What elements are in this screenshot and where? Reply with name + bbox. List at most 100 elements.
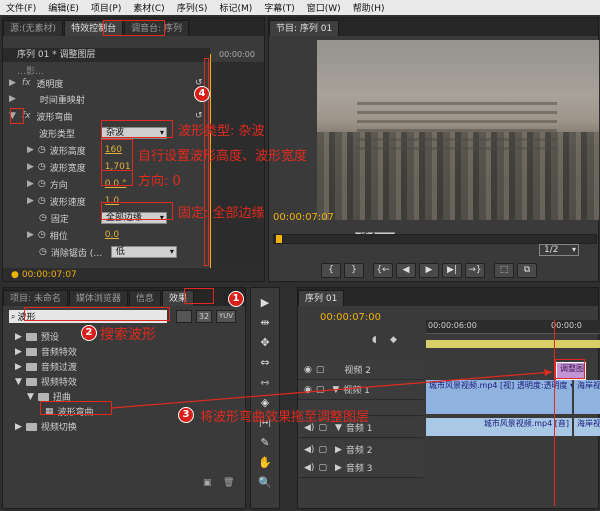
extract-button[interactable]: ⧉: [517, 263, 537, 278]
collapse-triangle-icon[interactable]: ▼: [332, 385, 339, 395]
pen-tool-icon[interactable]: ✎: [256, 434, 274, 452]
stopwatch-icon[interactable]: ◷: [38, 162, 46, 172]
rate-stretch-tool-icon[interactable]: ⇿: [256, 374, 274, 392]
expand-triangle-icon[interactable]: ▶: [335, 463, 342, 473]
track-video-2-label: 视频 2: [344, 366, 371, 376]
play-button[interactable]: ▶: [419, 263, 439, 278]
tree-video-effects[interactable]: ▼ 视频特效: [15, 375, 77, 389]
expand-triangle-icon[interactable]: ▶: [15, 332, 22, 342]
opacity-row[interactable]: 透明度: [36, 77, 63, 90]
mark-out-button[interactable]: }: [344, 263, 364, 278]
accelerated-effects-icon[interactable]: [176, 310, 192, 323]
tab-source[interactable]: 源:(无素材): [3, 20, 64, 36]
tab-project[interactable]: 项目: 未命名: [3, 290, 68, 306]
stopwatch-icon[interactable]: ◷: [39, 247, 47, 257]
step-forward-button[interactable]: ▶|: [442, 263, 462, 278]
audio-clip-city[interactable]: 城市风景视频.mp4 [音]: [426, 418, 572, 436]
expand-triangle-icon[interactable]: ▶: [27, 145, 34, 155]
menu-edit[interactable]: 编辑(E): [48, 1, 79, 14]
time-ruler[interactable]: 00:00:06:00 00:00:0: [426, 320, 600, 334]
timeline-playhead[interactable]: [554, 320, 555, 506]
video-clip-city[interactable]: 城市风景视频.mp4 [视] 透明度:透明度 ▾: [426, 380, 572, 414]
track-video-1[interactable]: ◉ ▢ ▼ 视频 1: [298, 380, 423, 400]
tab-media-browser[interactable]: 媒体浏览器: [68, 290, 128, 306]
trash-icon[interactable]: 🗑: [223, 478, 234, 488]
eye-icon[interactable]: ◉: [304, 365, 312, 375]
expand-triangle-icon[interactable]: ▶: [15, 422, 22, 432]
menu-sequence[interactable]: 序列(S): [177, 1, 208, 14]
menu-project[interactable]: 项目(P): [91, 1, 121, 14]
highlight-effect-controls-tab: [103, 20, 165, 36]
phase-value[interactable]: 0.0: [105, 230, 119, 240]
hand-tool-icon[interactable]: ✋: [256, 454, 274, 472]
track-video-2[interactable]: ◉ ▢ 视频 2: [298, 360, 423, 380]
track-audio-2[interactable]: ◀) ▢ ▶ 音频 2: [298, 440, 423, 460]
lock-box-icon[interactable]: ▢: [318, 445, 327, 455]
expand-triangle-icon[interactable]: ▶: [9, 78, 16, 88]
snap-icon[interactable]: ◖: [372, 335, 377, 345]
folder-icon: [25, 377, 37, 386]
program-playhead[interactable]: [276, 235, 282, 243]
lift-button[interactable]: ⬚: [494, 263, 514, 278]
wave-warp-row[interactable]: 波形弯曲: [36, 110, 72, 123]
ripple-edit-tool-icon[interactable]: ✥: [256, 334, 274, 352]
menu-file[interactable]: 文件(F): [6, 1, 36, 14]
zoom-tool-icon[interactable]: 🔍: [256, 474, 274, 492]
stopwatch-icon[interactable]: ◷: [38, 179, 46, 189]
collapse-triangle-icon[interactable]: ▼: [15, 377, 22, 387]
tree-audio-effects[interactable]: ▶ 音频特效: [15, 345, 77, 359]
expand-triangle-icon[interactable]: ▶: [27, 162, 34, 172]
program-scrubber[interactable]: [273, 234, 597, 244]
step-back-button[interactable]: ◀: [396, 263, 416, 278]
speaker-icon[interactable]: ◀): [304, 463, 314, 473]
32-bit-filter-button[interactable]: 32: [196, 310, 212, 323]
work-area-bar[interactable]: [426, 340, 600, 348]
yuv-filter-button[interactable]: YUV: [216, 310, 236, 323]
mark-in-button[interactable]: {: [321, 263, 341, 278]
new-bin-icon[interactable]: ▣: [203, 478, 212, 488]
tree-audio-transitions[interactable]: ▶ 音频过渡: [15, 360, 77, 374]
program-timecode: 00:00:07:07: [273, 212, 335, 223]
speaker-icon[interactable]: ◀): [304, 445, 314, 455]
marker-icon[interactable]: ◆: [390, 335, 397, 345]
time-remap-row[interactable]: 时间重映射: [40, 93, 85, 106]
expand-triangle-icon[interactable]: ▶: [27, 196, 34, 206]
stopwatch-icon[interactable]: ◷: [39, 213, 47, 223]
stopwatch-icon[interactable]: ◷: [38, 196, 46, 206]
go-to-out-button[interactable]: →}: [465, 263, 485, 278]
selection-tool-icon[interactable]: ▶: [256, 294, 274, 312]
menu-title[interactable]: 字幕(T): [264, 1, 295, 14]
stopwatch-icon[interactable]: ◷: [38, 230, 46, 240]
tab-sequence[interactable]: 序列 01: [298, 290, 345, 306]
menu-clip[interactable]: 素材(C): [133, 1, 164, 14]
collapse-triangle-icon[interactable]: ▼: [27, 392, 34, 402]
expand-triangle-icon[interactable]: ▶: [27, 230, 34, 240]
lock-box-icon[interactable]: ▢: [316, 365, 325, 375]
stopwatch-icon[interactable]: ◷: [38, 145, 46, 155]
video-clip-coast[interactable]: 海岸视: [574, 380, 600, 414]
expand-triangle-icon[interactable]: ▶: [15, 362, 22, 372]
step-4-badge: 4: [194, 86, 210, 102]
go-to-in-button[interactable]: {←: [373, 263, 393, 278]
folder-icon: [25, 347, 37, 356]
resolution-dropdown[interactable]: 1/2: [539, 244, 579, 256]
expand-triangle-icon[interactable]: ▶: [9, 94, 16, 104]
tab-info[interactable]: 信息: [128, 290, 161, 306]
track-audio-3[interactable]: ◀) ▢ ▶ 音频 3: [298, 458, 423, 478]
track-select-tool-icon[interactable]: ⇹: [256, 314, 274, 332]
antialias-dropdown[interactable]: 低: [110, 246, 177, 258]
lock-box-icon[interactable]: ▢: [318, 463, 327, 473]
lock-box-icon[interactable]: ▢: [316, 385, 325, 395]
tab-program[interactable]: 节目: 序列 01: [269, 20, 340, 36]
eye-icon[interactable]: ◉: [304, 385, 312, 395]
menu-help[interactable]: 帮助(H): [353, 1, 385, 14]
expand-triangle-icon[interactable]: ▶: [15, 347, 22, 357]
expand-triangle-icon[interactable]: ▶: [335, 445, 342, 455]
audio-clip-coast[interactable]: 海岸视: [574, 418, 600, 436]
rolling-edit-tool-icon[interactable]: ⇔: [256, 354, 274, 372]
menu-marker[interactable]: 标记(M): [219, 1, 252, 14]
tree-video-transitions[interactable]: ▶ 视频切换: [15, 420, 77, 434]
menu-window[interactable]: 窗口(W): [307, 1, 341, 14]
tree-presets[interactable]: ▶ 预设: [15, 330, 59, 344]
expand-triangle-icon[interactable]: ▶: [27, 179, 34, 189]
